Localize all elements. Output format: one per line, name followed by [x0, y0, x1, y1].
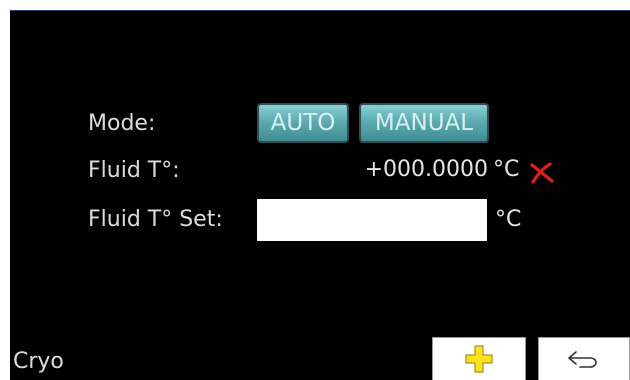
fluid-temp-value: +000.0000 — [364, 157, 488, 182]
back-button[interactable] — [538, 337, 630, 380]
screen-title: Cryo — [13, 349, 64, 374]
fluid-set-unit: °C — [495, 207, 522, 232]
auto-mode-button[interactable]: AUTO — [257, 103, 349, 143]
mode-label: Mode: — [88, 111, 156, 136]
manual-mode-button[interactable]: MANUAL — [359, 103, 489, 143]
fluid-temp-label: Fluid T°: — [88, 158, 180, 183]
return-arrow-icon — [568, 351, 597, 368]
red-x-icon — [530, 162, 554, 184]
fluid-set-input[interactable] — [257, 199, 487, 241]
hmi-screen: Mode: AUTO MANUAL Fluid T°: +000.0000 °C… — [10, 10, 630, 380]
plus-icon — [465, 345, 493, 373]
fluid-set-label: Fluid T° Set: — [88, 207, 223, 232]
fluid-temp-unit: °C — [493, 157, 520, 182]
add-button[interactable] — [432, 337, 526, 380]
